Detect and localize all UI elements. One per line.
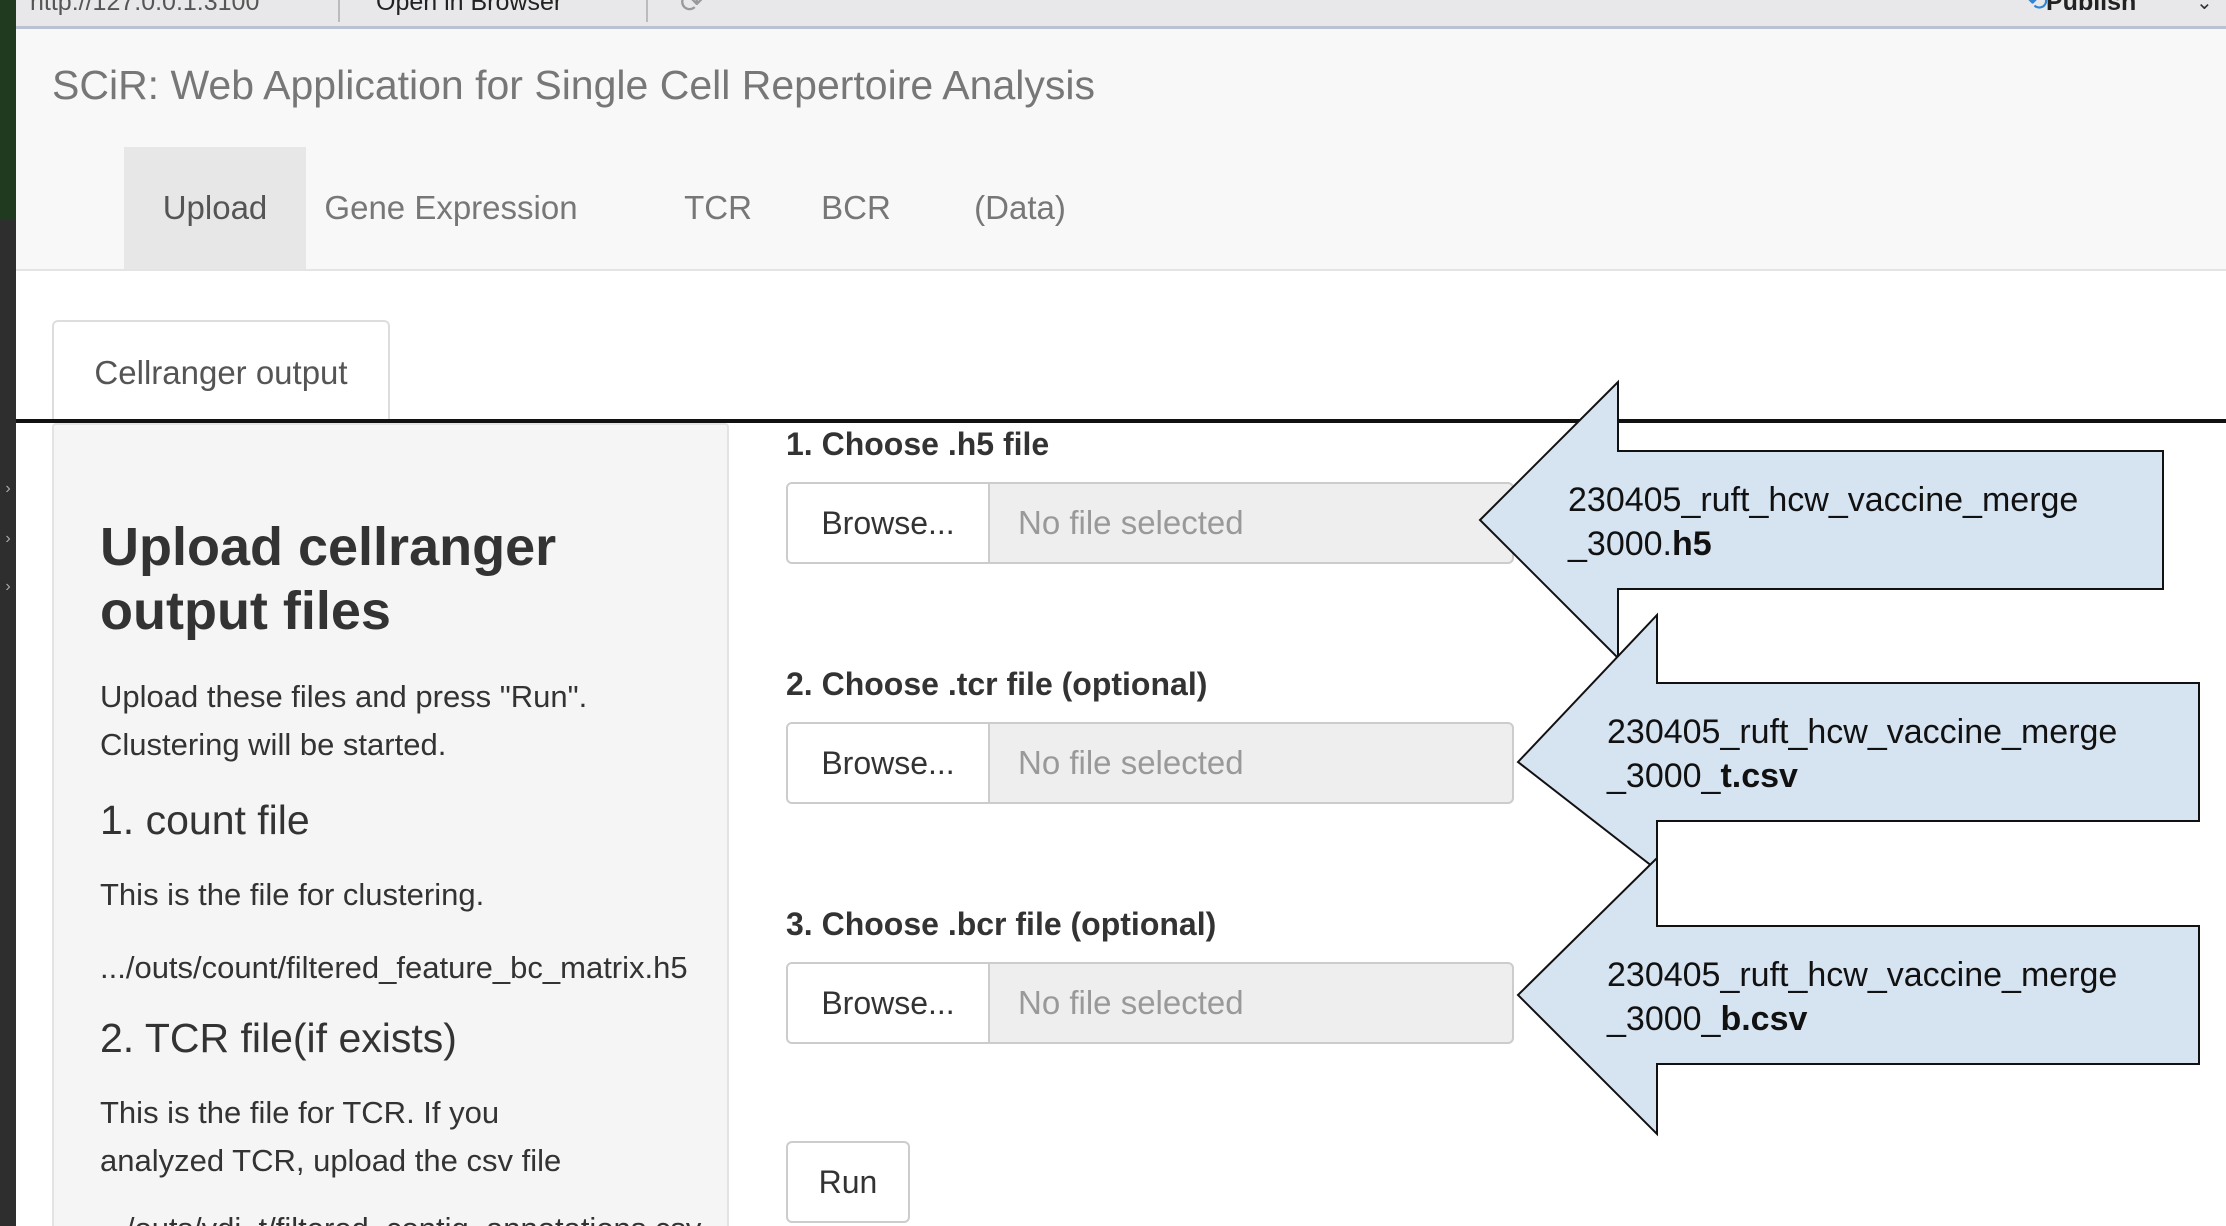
callout-line: _3000_b.csv: [1607, 997, 2117, 1041]
callout-text-h5: 230405_ruft_hcw_vaccine_merge _3000.h5: [1568, 478, 2078, 566]
callout-line: _3000.h5: [1568, 522, 2078, 566]
callout-ext: h5: [1672, 525, 1712, 563]
callout-ext: t.csv: [1720, 757, 1798, 795]
callout-line: 230405_ruft_hcw_vaccine_merge: [1568, 481, 2079, 519]
callout-text-bcr: 230405_ruft_hcw_vaccine_merge _3000_b.cs…: [1607, 953, 2117, 1041]
callout-suffix: _3000.: [1568, 525, 1672, 563]
callout-line: _3000_t.csv: [1607, 754, 2117, 798]
callout-line: 230405_ruft_hcw_vaccine_merge: [1607, 713, 2118, 751]
callout-suffix: _3000_: [1607, 757, 1721, 795]
callout-ext: b.csv: [1720, 1000, 1808, 1038]
callout-arrows: [1478, 379, 2200, 1137]
callout-line: 230405_ruft_hcw_vaccine_merge: [1607, 956, 2118, 994]
callout-suffix: _3000_: [1607, 1000, 1721, 1038]
callout-text-tcr: 230405_ruft_hcw_vaccine_merge _3000_t.cs…: [1607, 710, 2117, 798]
